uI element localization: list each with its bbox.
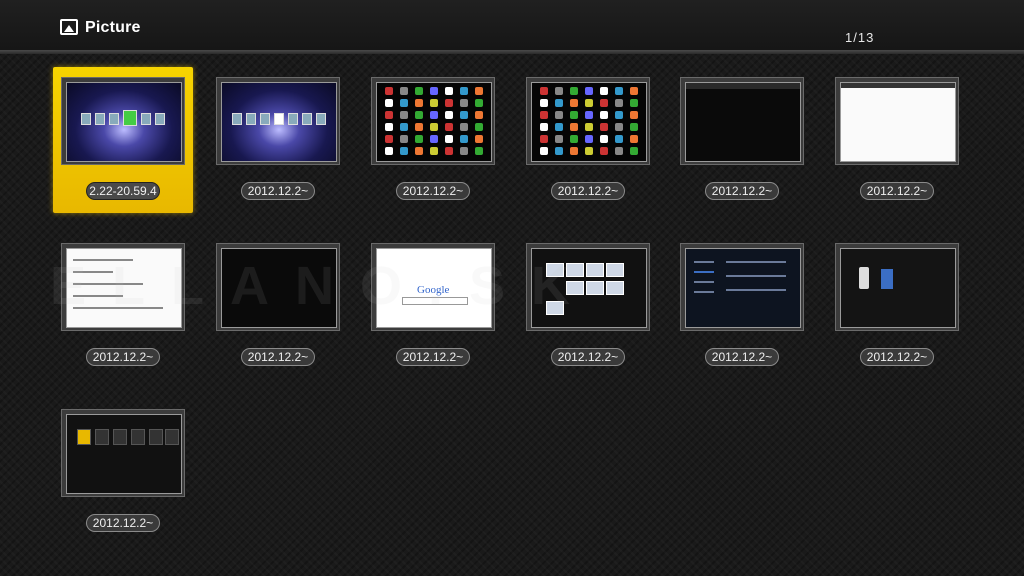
thumbnail-frame: [526, 77, 650, 165]
thumbnail-image: [840, 248, 956, 328]
thumbnail-caption: 2012.12.2~: [860, 348, 934, 366]
thumbnail-image: [685, 248, 801, 328]
thumbnail-caption: 2012.12.2~: [396, 182, 470, 200]
thumbnail-frame: [680, 243, 804, 331]
thumbnail-caption: 2012.12.2~: [86, 348, 160, 366]
watermark-logo: ELLANO.SK: [50, 256, 597, 316]
thumbnail-tile[interactable]: 2.22-20.59.4: [53, 67, 193, 213]
thumbnail-tile[interactable]: 2012.12.2~: [827, 233, 967, 379]
thumbnail-image: [840, 82, 956, 162]
picture-icon: [60, 19, 78, 35]
thumbnail-frame: [371, 77, 495, 165]
thumbnail-caption: 2012.12.2~: [241, 182, 315, 200]
thumbnail-image: [531, 82, 647, 162]
thumbnail-tile[interactable]: 2012.12.2~: [53, 399, 193, 545]
header-divider: [0, 50, 1024, 54]
thumbnail-caption: 2012.12.2~: [396, 348, 470, 366]
thumbnail-caption: 2012.12.2~: [241, 348, 315, 366]
page-title: Picture: [85, 19, 141, 36]
thumbnail-image: [66, 414, 182, 494]
thumbnail-caption: 2012.12.2~: [860, 182, 934, 200]
thumbnail-image: [66, 82, 182, 162]
thumbnail-tile[interactable]: 2012.12.2~: [518, 67, 658, 213]
thumbnail-caption: 2012.12.2~: [86, 514, 160, 532]
page-indicator: 1/13: [845, 30, 875, 45]
thumbnail-frame: [61, 409, 185, 497]
thumbnail-frame: [61, 77, 185, 165]
thumbnail-caption: 2012.12.2~: [551, 182, 625, 200]
thumbnail-image: [376, 82, 492, 162]
thumbnail-frame: [216, 77, 340, 165]
thumbnail-image: [685, 82, 801, 162]
thumbnail-caption: 2012.12.2~: [705, 348, 779, 366]
thumbnail-caption: 2012.12.2~: [551, 348, 625, 366]
thumbnail-tile[interactable]: 2012.12.2~: [363, 67, 503, 213]
thumbnail-image: [221, 82, 337, 162]
thumbnail-tile[interactable]: 2012.12.2~: [672, 233, 812, 379]
thumbnail-caption: 2012.12.2~: [705, 182, 779, 200]
thumbnail-tile[interactable]: 2012.12.2~: [208, 67, 348, 213]
thumbnail-frame: [835, 77, 959, 165]
thumbnail-frame: [835, 243, 959, 331]
thumbnail-caption: 2.22-20.59.4: [86, 182, 160, 200]
thumbnail-tile[interactable]: 2012.12.2~: [827, 67, 967, 213]
thumbnail-frame: [680, 77, 804, 165]
thumbnail-tile[interactable]: 2012.12.2~: [672, 67, 812, 213]
